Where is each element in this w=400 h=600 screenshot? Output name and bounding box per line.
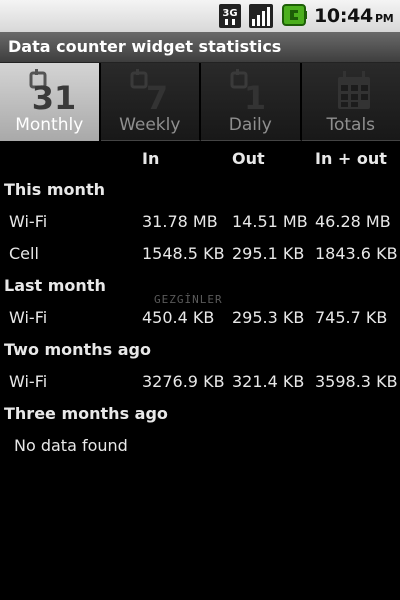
- value-out: 14.51 MB: [232, 212, 308, 231]
- section-header: Three months ago: [0, 397, 400, 429]
- value-sum: 1843.6 KB: [315, 244, 398, 263]
- window-title: Data counter widget statistics: [8, 37, 282, 56]
- value-in: 450.4 KB: [142, 308, 215, 327]
- row-label: Wi-Fi: [9, 212, 48, 231]
- calendar-grid-icon: [337, 71, 370, 109]
- svg-text:1: 1: [244, 79, 266, 113]
- clock: 10:44 PM: [314, 5, 394, 27]
- tab-bar: 31 Monthly 7 Weekly 1 Daily Totals: [0, 63, 400, 141]
- calendar-1-icon: 1: [230, 69, 266, 113]
- tab-totals[interactable]: Totals: [301, 63, 400, 141]
- value-in: 31.78 MB: [142, 212, 218, 231]
- watermark: GEZGİNLER: [154, 293, 223, 306]
- svg-text:7: 7: [145, 79, 167, 113]
- clock-ampm: PM: [374, 12, 394, 25]
- tab-daily[interactable]: 1 Daily: [201, 63, 302, 141]
- row-label: Wi-Fi: [9, 308, 48, 327]
- column-header-out: Out: [232, 149, 265, 168]
- tab-weekly-label: Weekly: [119, 115, 181, 135]
- table-header: In Out In + out: [0, 141, 400, 173]
- empty-state: No data found: [0, 429, 400, 461]
- title-bar: Data counter widget statistics: [0, 32, 400, 63]
- status-bar: 3G 10:44 PM: [0, 0, 400, 32]
- svg-text:31: 31: [32, 79, 74, 113]
- section-title: This month: [4, 180, 105, 199]
- value-in: 1548.5 KB: [142, 244, 225, 263]
- row-label: Cell: [9, 244, 39, 263]
- tab-weekly[interactable]: 7 Weekly: [100, 63, 201, 141]
- value-sum: 3598.3 KB: [315, 372, 398, 391]
- section-title: Two months ago: [4, 340, 151, 359]
- section-title: Three months ago: [4, 404, 168, 423]
- calendar-7-icon: 7: [130, 69, 168, 113]
- tab-monthly[interactable]: 31 Monthly: [0, 63, 101, 141]
- calendar-31-icon: 31: [29, 69, 74, 113]
- 3g-data-icon: 3G: [219, 4, 241, 28]
- table-row: Cell 1548.5 KB 295.1 KB 1843.6 KB: [0, 237, 400, 269]
- table-row: Wi-Fi 31.78 MB 14.51 MB 46.28 MB: [0, 205, 400, 237]
- value-out: 321.4 KB: [232, 372, 305, 391]
- table-row: Wi-Fi 3276.9 KB 321.4 KB 3598.3 KB: [0, 365, 400, 397]
- clock-time: 10:44: [314, 5, 373, 27]
- value-in: 3276.9 KB: [142, 372, 225, 391]
- value-sum: 745.7 KB: [315, 308, 388, 327]
- tab-daily-label: Daily: [228, 115, 272, 135]
- column-header-sum: In + out: [315, 149, 387, 168]
- tab-totals-label: Totals: [326, 115, 376, 135]
- value-out: 295.1 KB: [232, 244, 305, 263]
- value-sum: 46.28 MB: [315, 212, 391, 231]
- tab-monthly-label: Monthly: [15, 115, 84, 135]
- battery-charging-icon: [282, 4, 307, 26]
- empty-state-text: No data found: [14, 436, 128, 455]
- value-out: 295.3 KB: [232, 308, 305, 327]
- row-label: Wi-Fi: [9, 372, 48, 391]
- column-header-in: In: [142, 149, 160, 168]
- svg-text:3G: 3G: [222, 8, 237, 19]
- signal-strength-icon: [249, 4, 273, 28]
- section-header: Two months ago: [0, 333, 400, 365]
- section-header: This month: [0, 173, 400, 205]
- section-title: Last month: [4, 276, 106, 295]
